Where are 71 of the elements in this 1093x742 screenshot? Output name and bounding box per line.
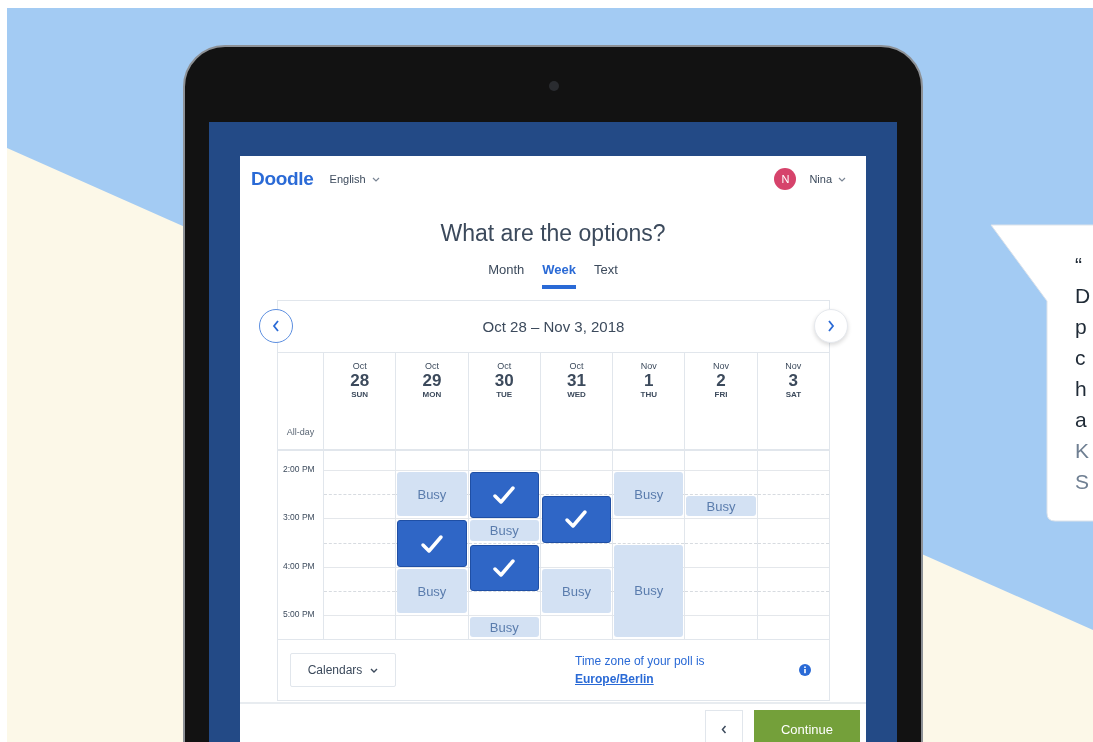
- quote-letter: c: [1075, 345, 1087, 371]
- info-icon[interactable]: [799, 664, 811, 676]
- page-title: What are the options?: [439, 219, 667, 248]
- chevron-left-icon: [721, 724, 727, 734]
- weekday-label: SUN: [351, 390, 369, 399]
- selected-slot[interactable]: [397, 520, 467, 567]
- day-month: Oct: [352, 361, 367, 371]
- selected-slot[interactable]: [469, 471, 539, 519]
- checkmark-icon: [492, 485, 517, 506]
- user-menu[interactable]: Nina: [809, 173, 846, 185]
- day-number: 2: [716, 371, 726, 390]
- time-label: 3:00 PM: [283, 512, 315, 523]
- weekday-label: WED: [567, 390, 586, 399]
- busy-slot: Busy: [397, 471, 467, 517]
- day-number: 30: [494, 371, 514, 390]
- chevron-down-icon: [371, 176, 380, 182]
- weekday-label: TUE: [496, 390, 513, 399]
- attribution-letter: K: [1075, 438, 1090, 464]
- busy-slot: Busy: [614, 471, 684, 517]
- day-number: 29: [422, 371, 442, 390]
- day-month: Oct: [497, 361, 512, 371]
- day-number: 3: [788, 371, 799, 390]
- quote-letter: h: [1075, 376, 1088, 402]
- day-number: 31: [567, 371, 586, 390]
- day-month: Nov: [713, 361, 730, 371]
- view-tab[interactable]: Month: [488, 262, 525, 289]
- weekday-label: FRI: [714, 390, 728, 399]
- day-month: Oct: [424, 361, 439, 371]
- busy-slot: Busy: [469, 520, 539, 541]
- quote-letter: D: [1075, 283, 1091, 309]
- day-month: Nov: [785, 361, 802, 371]
- view-tab[interactable]: Week: [542, 262, 576, 289]
- selected-slot[interactable]: [469, 544, 539, 592]
- selected-slot[interactable]: [541, 496, 612, 543]
- chevron-right-icon: [827, 320, 835, 332]
- busy-slot: Busy: [614, 544, 684, 637]
- weekday-label: MON: [422, 390, 442, 399]
- quote-letter: “: [1075, 252, 1083, 278]
- calendars-dropdown[interactable]: Calendars: [290, 653, 396, 687]
- camera-icon: [549, 81, 559, 91]
- view-tab[interactable]: Text: [594, 262, 618, 289]
- timezone-text: Time zone of your poll is: [575, 654, 705, 668]
- language-dropdown[interactable]: English: [329, 173, 380, 185]
- busy-slot: Busy: [397, 568, 467, 614]
- attribution-letter: S: [1075, 469, 1090, 495]
- chevron-down-icon: [370, 667, 379, 673]
- busy-slot: Busy: [541, 568, 612, 614]
- day-month: Nov: [640, 361, 657, 371]
- busy-slot: Busy: [469, 617, 539, 637]
- time-label: 5:00 PM: [283, 609, 315, 620]
- time-label: 2:00 PM: [283, 463, 315, 474]
- chevron-left-icon: [272, 320, 280, 332]
- time-label: 4:00 PM: [283, 560, 315, 571]
- checkmark-icon: [492, 557, 517, 578]
- timezone-link[interactable]: Europe/Berlin: [575, 672, 654, 686]
- weekday-label: SAT: [785, 390, 802, 399]
- day-number: 1: [644, 371, 654, 390]
- date-range: Oct 28 – Nov 3, 2018: [482, 318, 625, 335]
- user-avatar[interactable]: N: [774, 168, 797, 190]
- day-month: Oct: [569, 361, 584, 371]
- quote-letter: a: [1075, 407, 1088, 433]
- day-number: 28: [350, 371, 370, 390]
- chevron-down-icon: [838, 176, 846, 182]
- checkmark-icon: [564, 509, 589, 530]
- all-day-label: All-day: [286, 427, 315, 437]
- previous-week-button[interactable]: [259, 309, 293, 343]
- checkmark-icon: [419, 533, 444, 554]
- quote-letter: p: [1075, 314, 1088, 340]
- busy-slot: Busy: [686, 496, 756, 517]
- weekday-label: THU: [640, 390, 657, 399]
- doodle-logo[interactable]: Doodle: [251, 168, 314, 190]
